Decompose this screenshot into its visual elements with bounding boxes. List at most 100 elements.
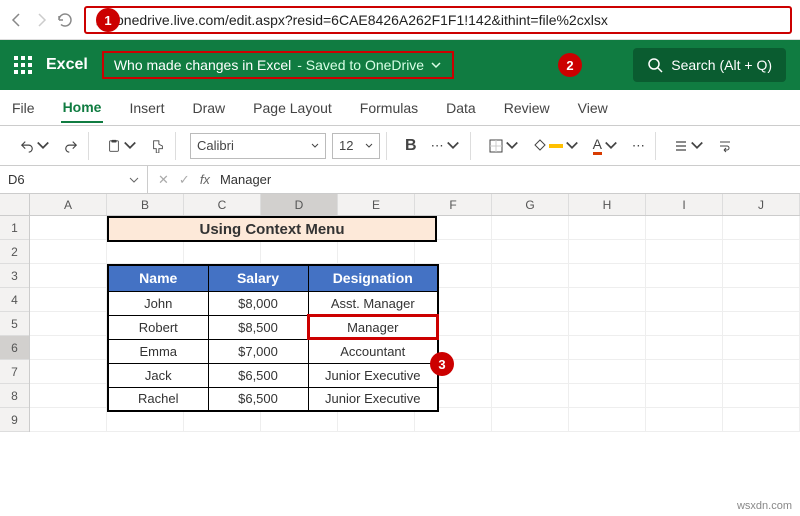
table-header[interactable]: Designation: [308, 265, 438, 291]
cell[interactable]: [646, 216, 723, 240]
cell[interactable]: [569, 384, 646, 408]
bold-button[interactable]: B: [401, 135, 421, 157]
column-header[interactable]: H: [569, 194, 646, 215]
format-painter-button[interactable]: [147, 137, 169, 155]
cell[interactable]: [30, 312, 107, 336]
row-header[interactable]: 8: [0, 384, 29, 408]
table-cell[interactable]: $8,500: [208, 315, 308, 339]
table-cell[interactable]: Manager: [308, 315, 438, 339]
cell[interactable]: [492, 240, 569, 264]
cell[interactable]: [646, 408, 723, 432]
column-header[interactable]: C: [184, 194, 261, 215]
font-size-select[interactable]: 12: [332, 133, 380, 159]
cell[interactable]: [30, 360, 107, 384]
cell[interactable]: [492, 408, 569, 432]
formula-value[interactable]: Manager: [220, 172, 790, 187]
table-cell[interactable]: Jack: [108, 363, 208, 387]
row-header[interactable]: 3: [0, 264, 29, 288]
select-all-corner[interactable]: [0, 194, 30, 215]
url-box[interactable]: onedrive.live.com/edit.aspx?resid=6CAE84…: [84, 6, 792, 34]
cell[interactable]: [492, 216, 569, 240]
cell[interactable]: [492, 264, 569, 288]
table-cell[interactable]: $8,000: [208, 291, 308, 315]
cell[interactable]: [30, 264, 107, 288]
tab-page-layout[interactable]: Page Layout: [251, 94, 334, 122]
column-header[interactable]: A: [30, 194, 107, 215]
tab-data[interactable]: Data: [444, 94, 478, 122]
cell[interactable]: [723, 336, 800, 360]
table-cell[interactable]: $6,500: [208, 387, 308, 411]
cell[interactable]: [492, 384, 569, 408]
cell[interactable]: [646, 312, 723, 336]
cell[interactable]: [30, 216, 107, 240]
cell[interactable]: [30, 408, 107, 432]
forward-icon[interactable]: [32, 11, 50, 29]
document-title[interactable]: Who made changes in Excel - Saved to One…: [102, 51, 454, 79]
confirm-icon[interactable]: ✓: [179, 172, 190, 188]
cell[interactable]: [723, 288, 800, 312]
cell[interactable]: [723, 360, 800, 384]
row-header[interactable]: 2: [0, 240, 29, 264]
column-header[interactable]: D: [261, 194, 338, 215]
cell[interactable]: [569, 240, 646, 264]
column-header[interactable]: J: [723, 194, 800, 215]
cell[interactable]: [723, 384, 800, 408]
table-cell[interactable]: Emma: [108, 339, 208, 363]
cell[interactable]: [569, 216, 646, 240]
sheet-title-cell[interactable]: Using Context Menu: [107, 216, 437, 242]
cell[interactable]: [646, 384, 723, 408]
column-header[interactable]: B: [107, 194, 184, 215]
cell[interactable]: [569, 264, 646, 288]
cell[interactable]: [30, 240, 107, 264]
tab-review[interactable]: Review: [502, 94, 552, 122]
wrap-text-button[interactable]: [714, 137, 736, 155]
row-header[interactable]: 1: [0, 216, 29, 240]
column-header[interactable]: I: [646, 194, 723, 215]
tab-home[interactable]: Home: [61, 93, 104, 123]
name-box[interactable]: D6: [0, 166, 148, 193]
tab-formulas[interactable]: Formulas: [358, 94, 420, 122]
fx-icon[interactable]: fx: [200, 172, 210, 187]
tab-view[interactable]: View: [576, 94, 610, 122]
cell[interactable]: [646, 288, 723, 312]
cell[interactable]: [569, 408, 646, 432]
table-cell[interactable]: Junior Executive: [308, 363, 438, 387]
table-cell[interactable]: Asst. Manager: [308, 291, 438, 315]
back-icon[interactable]: [8, 11, 26, 29]
row-header[interactable]: 4: [0, 288, 29, 312]
table-header[interactable]: Salary: [208, 265, 308, 291]
tab-insert[interactable]: Insert: [127, 94, 166, 122]
column-header[interactable]: G: [492, 194, 569, 215]
cell[interactable]: [723, 408, 800, 432]
cell[interactable]: [492, 360, 569, 384]
cell[interactable]: [646, 336, 723, 360]
cell[interactable]: [723, 264, 800, 288]
cell[interactable]: [646, 240, 723, 264]
font-name-select[interactable]: Calibri: [190, 133, 326, 159]
cell[interactable]: [569, 336, 646, 360]
redo-button[interactable]: [60, 137, 82, 155]
search-button[interactable]: Search (Alt + Q): [633, 48, 786, 82]
more-fill-button[interactable]: ⋯: [628, 136, 649, 156]
table-cell[interactable]: $6,500: [208, 363, 308, 387]
row-header[interactable]: 7: [0, 360, 29, 384]
cell[interactable]: [723, 240, 800, 264]
cell[interactable]: [723, 312, 800, 336]
cell[interactable]: [30, 384, 107, 408]
app-launcher-icon[interactable]: [14, 56, 32, 74]
row-header[interactable]: 6: [0, 336, 29, 360]
cell[interactable]: [646, 264, 723, 288]
fill-color-button[interactable]: [529, 137, 583, 155]
cell[interactable]: [492, 288, 569, 312]
borders-button[interactable]: [485, 137, 523, 155]
align-button[interactable]: [670, 137, 708, 155]
cancel-icon[interactable]: ✕: [158, 172, 169, 188]
tab-draw[interactable]: Draw: [190, 94, 227, 122]
cell[interactable]: [723, 216, 800, 240]
table-cell[interactable]: Rachel: [108, 387, 208, 411]
cell[interactable]: [569, 312, 646, 336]
spreadsheet-grid[interactable]: ABCDEFGHIJ 123456789 Using Context Menu …: [0, 194, 800, 432]
table-header[interactable]: Name: [108, 265, 208, 291]
row-header[interactable]: 5: [0, 312, 29, 336]
column-header[interactable]: F: [415, 194, 492, 215]
